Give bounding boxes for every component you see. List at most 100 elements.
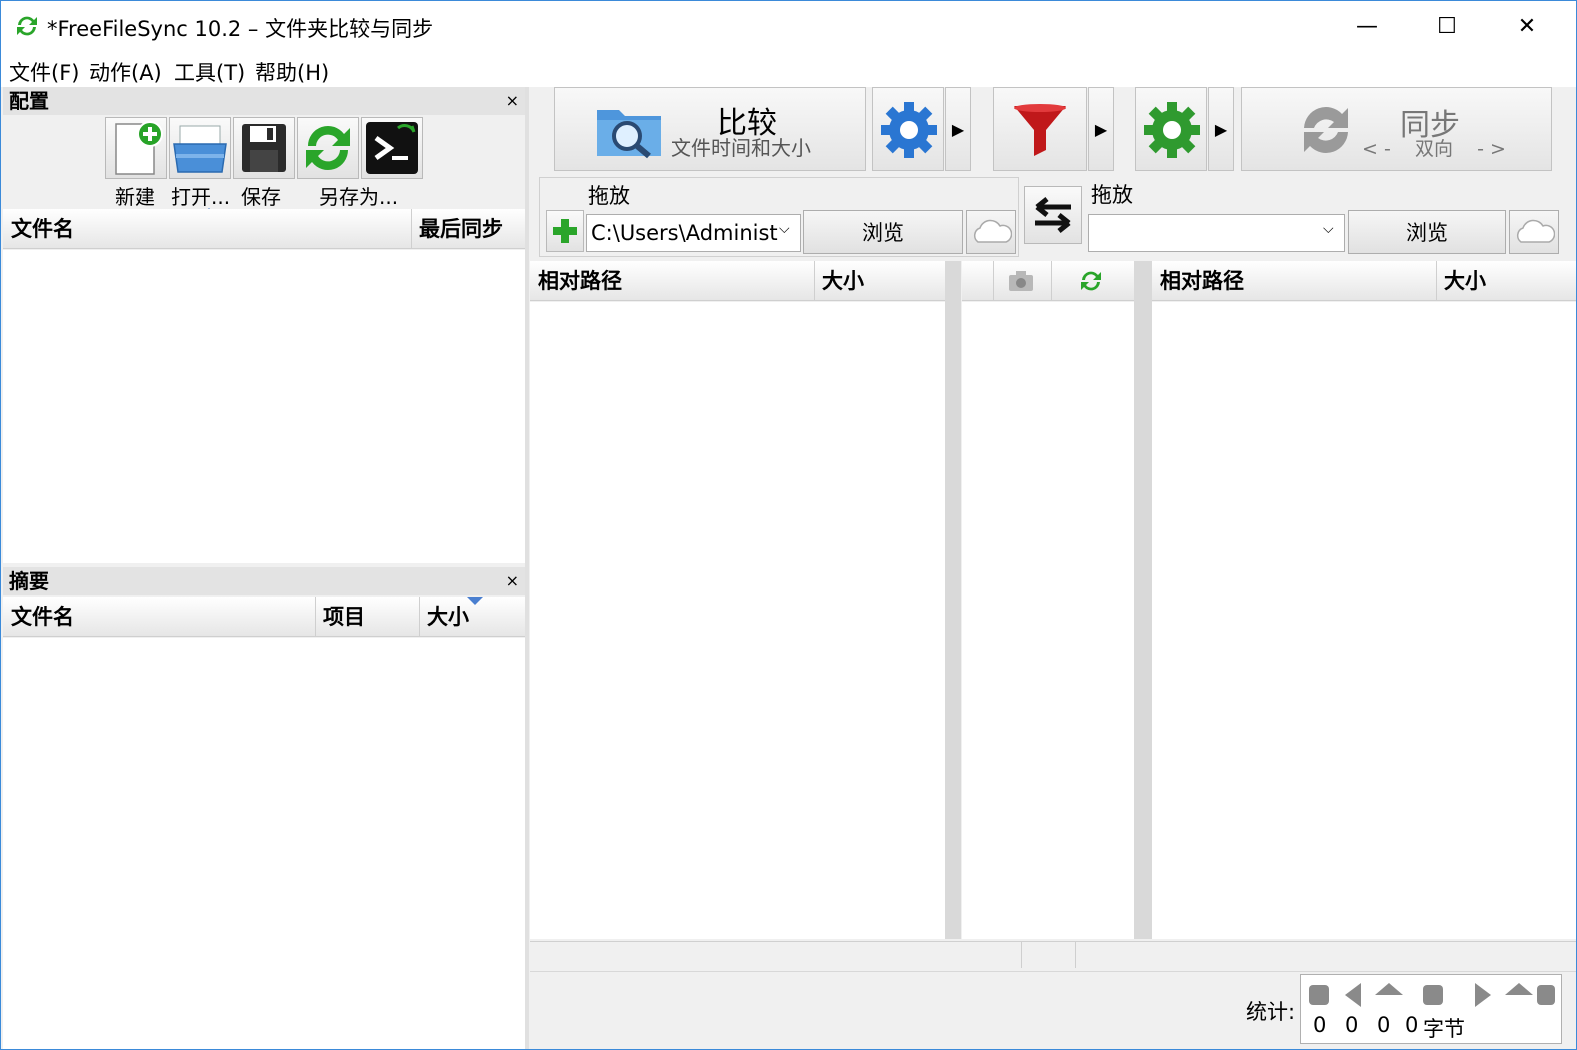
stat-count-4: 0 <box>1405 1013 1419 1037</box>
sync-grey-icon <box>1304 107 1348 153</box>
config-panel: 配置 × 新建 打开... 保存 另存为... 文件名 最后同步 <box>3 87 525 563</box>
filter-dropdown[interactable]: ▶ <box>1088 87 1114 171</box>
sync-subtitle: < - 双向 - > <box>1362 138 1506 160</box>
save-config-button[interactable] <box>233 117 295 179</box>
menu-bar: 文件(F) 动作(A) 工具(T) 帮助(H) <box>1 51 1576 87</box>
sync-settings-dropdown[interactable]: ▶ <box>1208 87 1234 171</box>
left-grid-scrollbar[interactable] <box>945 261 961 939</box>
save-as-config-button[interactable] <box>297 117 359 179</box>
left-file-grid[interactable] <box>530 302 945 939</box>
swap-sides-button[interactable] <box>1024 186 1082 244</box>
gear-green-icon <box>1144 102 1200 158</box>
right-cloud-button[interactable] <box>1509 210 1559 254</box>
stat-bytes-label: 字节 <box>1423 1017 1465 1041</box>
stat-count-2: 0 <box>1345 1013 1359 1037</box>
compare-settings-dropdown[interactable]: ▶ <box>945 87 971 171</box>
sync-direction-icon[interactable] <box>1077 267 1105 295</box>
compare-button[interactable]: 比较 文件时间和大小 <box>554 87 866 171</box>
right-browse-button[interactable]: 浏览 <box>1348 210 1506 254</box>
open-folder-icon <box>173 125 227 173</box>
open-config-button[interactable] <box>169 117 231 179</box>
save-disk-icon <box>242 124 286 172</box>
new-config-label: 新建 <box>115 185 155 209</box>
summary-col-size[interactable]: 大小 <box>419 597 469 637</box>
summary-col-filename[interactable]: 文件名 <box>3 597 74 637</box>
cloud-icon <box>1517 219 1555 243</box>
maximize-button[interactable]: ☐ <box>1407 1 1487 51</box>
left-drop-label: 拖放 <box>588 184 630 208</box>
summary-list-header: 文件名 项目 大小 <box>3 597 525 637</box>
chevron-down-icon[interactable]: ⌵ <box>779 221 790 237</box>
right-col-size[interactable]: 大小 <box>1436 261 1486 301</box>
stat-count-1: 0 <box>1313 1013 1327 1037</box>
sync-arrows-icon <box>306 126 350 170</box>
sort-descending-icon <box>467 597 483 605</box>
summary-col-items[interactable]: 项目 <box>315 597 365 637</box>
chevron-down-icon[interactable]: ⌵ <box>1323 221 1334 237</box>
left-col-size[interactable]: 大小 <box>814 261 864 301</box>
config-panel-header: 配置 × <box>3 87 525 115</box>
right-col-relative-path[interactable]: 相对路径 <box>1152 261 1244 301</box>
summary-panel-close-button[interactable]: × <box>506 567 519 595</box>
menu-action[interactable]: 动作(A) <box>89 57 162 87</box>
status-separator <box>1075 942 1076 968</box>
right-folder-path-input[interactable] <box>1088 214 1345 252</box>
menu-file[interactable]: 文件(F) <box>9 57 79 87</box>
left-cloud-button[interactable] <box>966 210 1016 254</box>
save-as-config-label: 另存为... <box>319 185 399 209</box>
new-config-button[interactable] <box>105 117 167 179</box>
save-config-label: 保存 <box>241 185 281 209</box>
triangle-right-icon: ▶ <box>951 119 965 139</box>
status-separator <box>1021 942 1022 968</box>
config-panel-title: 配置 <box>9 89 49 113</box>
compare-folder-icon <box>597 110 661 159</box>
left-browse-button[interactable]: 浏览 <box>803 210 963 254</box>
camera-icon[interactable] <box>1007 269 1035 293</box>
filter-funnel-icon <box>1014 104 1066 156</box>
column-separator <box>1051 261 1052 301</box>
left-col-relative-path[interactable]: 相对路径 <box>530 261 622 301</box>
main-splitter[interactable] <box>525 87 529 1049</box>
add-folder-pair-button[interactable] <box>546 210 584 252</box>
right-file-grid[interactable] <box>1152 302 1576 939</box>
title-bar: *FreeFileSync 10.2 – 文件夹比较与同步 — ☐ ✕ <box>1 1 1576 51</box>
close-button[interactable]: ✕ <box>1487 1 1567 51</box>
swap-arrows-icon <box>1035 197 1071 233</box>
menu-help[interactable]: 帮助(H) <box>255 57 329 87</box>
filter-button[interactable] <box>993 87 1087 171</box>
column-separator <box>993 261 994 301</box>
summary-panel: 摘要 × 文件名 项目 大小 <box>3 567 525 1049</box>
right-drop-label: 拖放 <box>1091 183 1133 207</box>
app-window: *FreeFileSync 10.2 – 文件夹比较与同步 — ☐ ✕ 文件(F… <box>0 0 1577 1050</box>
right-grid-header: 相对路径 大小 <box>1152 261 1576 301</box>
config-col-filename[interactable]: 文件名 <box>3 209 74 249</box>
batch-job-button[interactable] <box>361 117 423 179</box>
statistics-panel: 0 0 0 0 字节 <box>1300 974 1562 1044</box>
open-config-label: 打开... <box>171 185 231 209</box>
terminal-icon <box>366 122 418 174</box>
compare-settings-button[interactable] <box>872 87 944 171</box>
menu-tools[interactable]: 工具(T) <box>174 57 245 87</box>
app-logo-icon <box>17 16 37 36</box>
summary-panel-title: 摘要 <box>9 569 49 593</box>
triangle-right-icon: ▶ <box>1214 119 1228 139</box>
gear-blue-icon <box>881 102 937 158</box>
stat-count-3: 0 <box>1377 1013 1391 1037</box>
config-col-last-sync[interactable]: 最后同步 <box>411 209 503 249</box>
statistics-icons <box>1309 983 1555 1007</box>
middle-action-grid[interactable] <box>962 302 1134 939</box>
statistics-bar: 统计: 0 0 0 0 字节 <box>530 971 1576 1049</box>
sync-settings-button[interactable] <box>1135 87 1207 171</box>
left-grid-header: 相对路径 大小 <box>530 261 945 301</box>
cloud-icon <box>974 219 1012 243</box>
left-folder-path-input[interactable]: C:\Users\Administ <box>586 214 801 252</box>
compare-subtitle: 文件时间和大小 <box>671 136 811 160</box>
minimize-button[interactable]: — <box>1327 1 1407 51</box>
summary-panel-header: 摘要 × <box>3 567 525 595</box>
config-list[interactable] <box>3 250 525 563</box>
synchronize-button[interactable]: 同步 < - 双向 - > <box>1241 87 1552 171</box>
middle-grid-header <box>962 261 1134 301</box>
config-panel-close-button[interactable]: × <box>506 87 519 115</box>
summary-list[interactable] <box>3 638 525 1049</box>
right-grid-splitter[interactable] <box>1134 261 1152 939</box>
